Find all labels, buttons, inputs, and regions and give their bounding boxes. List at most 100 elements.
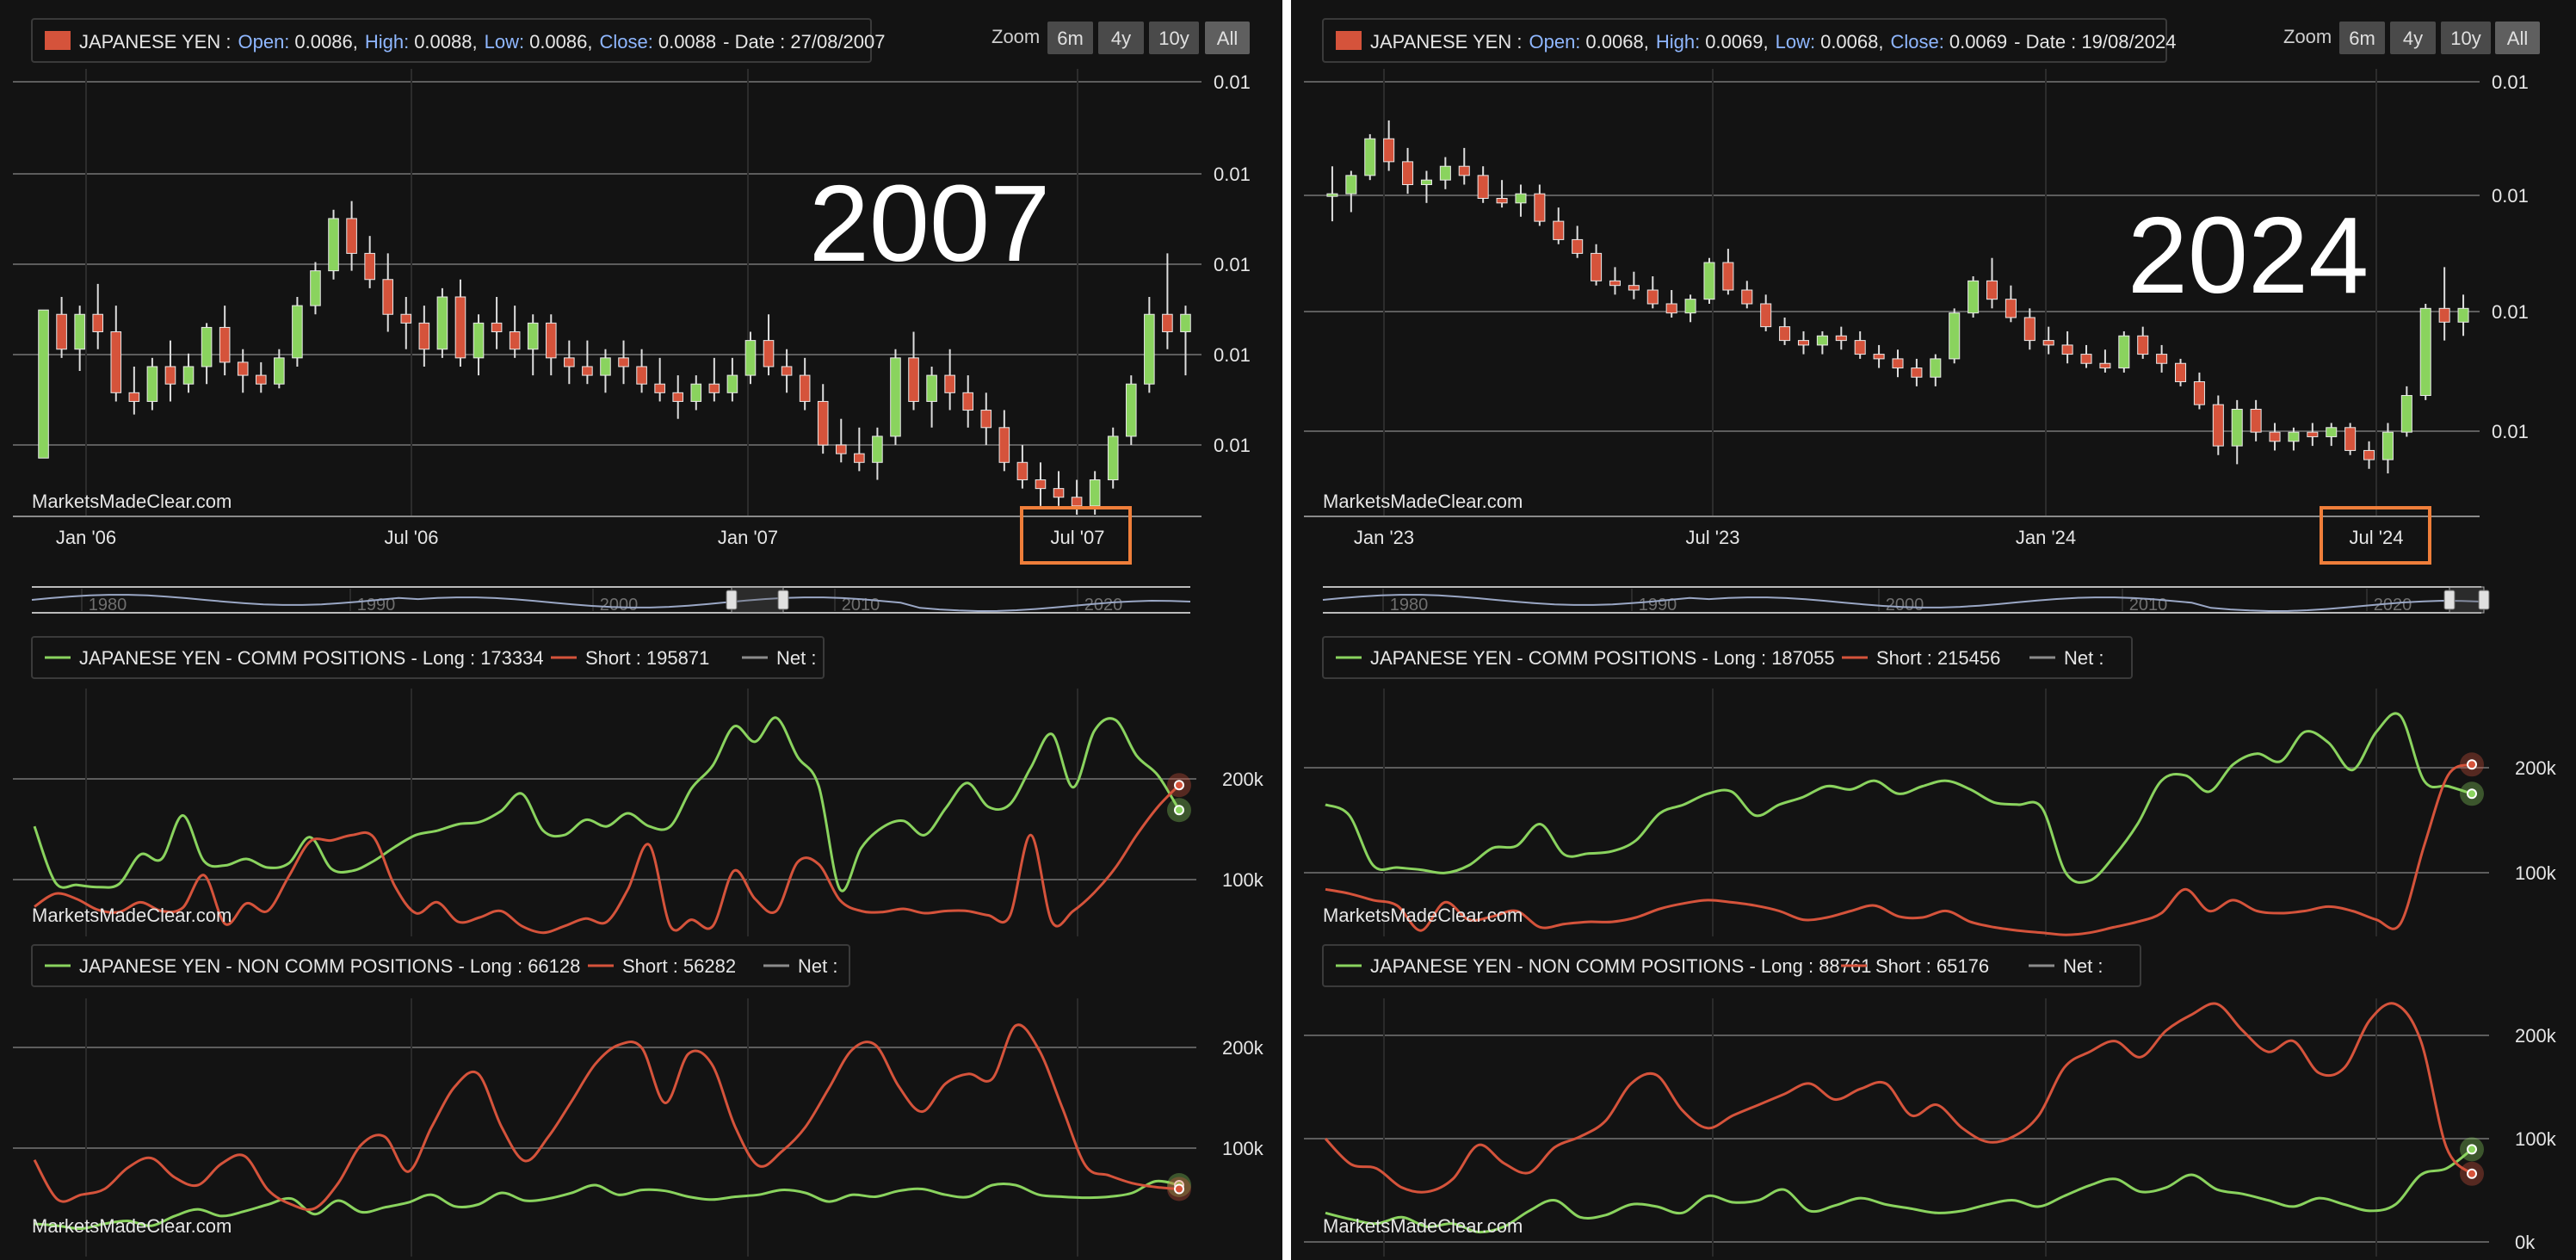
candle-down — [92, 313, 104, 332]
candle-down — [1911, 368, 1923, 378]
candle-down — [817, 400, 829, 446]
candle-down — [2023, 317, 2035, 342]
candle-down — [56, 313, 67, 350]
candle-down — [854, 453, 865, 463]
series-end-marker — [2467, 1144, 2477, 1155]
watermark: MarketsMadeClear.com — [32, 1215, 232, 1237]
navigator-handle[interactable] — [726, 590, 738, 610]
navigator-year: 1990 — [1639, 596, 1677, 615]
zoom-button-10y[interactable]: 10y — [1149, 22, 1199, 54]
legend-short-label: Short : 195871 — [585, 647, 709, 669]
candle-down — [1402, 161, 1414, 186]
watermark: MarketsMadeClear.com — [32, 491, 232, 512]
price-x-tick: Jul '23 — [1686, 527, 1740, 548]
candle-down — [364, 252, 375, 281]
candle-up — [1968, 280, 1980, 314]
zoom-button-label[interactable]: 10y — [2450, 28, 2480, 49]
legend-name: JAPANESE YEN : — [79, 31, 231, 52]
price-y-tick: 0.01 — [2492, 421, 2529, 442]
candle-down — [672, 392, 684, 402]
legend-high-label: High: — [365, 31, 409, 52]
candle-down — [1741, 289, 1753, 305]
legend-close-value: 0.0069 — [1949, 31, 2007, 52]
candle-down — [418, 322, 430, 350]
candle-down — [636, 366, 647, 385]
zoom-button-label[interactable]: 4y — [2403, 28, 2423, 49]
candle-up — [201, 326, 213, 368]
candle-down — [1892, 358, 1904, 369]
price-y-tick: 0.01 — [1214, 71, 1251, 93]
legend-open-value: 0.0086, — [294, 31, 357, 52]
candle-down — [962, 392, 974, 411]
candle-down — [1383, 138, 1395, 163]
candle-up — [146, 366, 158, 402]
legend-high-value: 0.0088, — [414, 31, 477, 52]
candle-up — [1364, 138, 1376, 176]
series-end-marker — [1174, 805, 1184, 816]
candle-down — [382, 279, 394, 315]
candle-up — [1515, 193, 1527, 204]
zoom-button-label[interactable]: 4y — [1111, 28, 1131, 49]
legend-net-label: Net : — [2064, 647, 2103, 669]
candle-down — [1986, 280, 1998, 300]
zoom-button-All[interactable]: All — [2495, 22, 2540, 54]
zoom-button-4y[interactable]: 4y — [1098, 22, 1144, 54]
legend-date: - Date : 27/08/2007 — [723, 31, 885, 52]
zoom-button-label[interactable]: All — [1217, 28, 1238, 49]
legend-low-label: Low: — [1776, 31, 1815, 52]
navigator-handle[interactable] — [2478, 590, 2490, 610]
price-x-tick: Jan '24 — [2016, 527, 2076, 548]
candle-down — [763, 340, 775, 368]
candle-up — [1684, 299, 1696, 314]
candle-up — [2231, 408, 2243, 447]
price-y-tick: 0.01 — [2492, 301, 2529, 323]
legend-open-label: Open: — [1529, 31, 1580, 52]
noncomm-y-tick: 200k — [2515, 1025, 2557, 1047]
zoom-button-10y[interactable]: 10y — [2441, 22, 2491, 54]
navigator-handle[interactable] — [2443, 590, 2456, 610]
navigator-year: 2000 — [600, 596, 639, 615]
candle-up — [274, 357, 285, 385]
candle-up — [1107, 435, 1119, 481]
legend-long-label: JAPANESE YEN - NON COMM POSITIONS - Long… — [1370, 955, 1871, 977]
legend-long-label: JAPANESE YEN - COMM POSITIONS - Long : 1… — [79, 647, 544, 669]
candle-down — [1035, 479, 1047, 490]
candle-down — [2438, 307, 2450, 323]
price-x-tick: Jul '07 — [1051, 527, 1105, 548]
candle-down — [491, 322, 503, 332]
candle-down — [1760, 303, 1772, 328]
candle-up — [436, 296, 448, 350]
noncomm-y-tick: 200k — [1222, 1037, 1264, 1059]
candle-up — [872, 435, 883, 463]
candle-down — [998, 427, 1010, 463]
legend-net-label: Net : — [798, 955, 837, 977]
candle-down — [1458, 165, 1470, 176]
zoom-label: Zoom — [991, 26, 1040, 47]
zoom-button-All[interactable]: All — [1205, 22, 1250, 54]
zoom-button-label[interactable]: 6m — [2349, 28, 2375, 49]
price-y-tick: 0.01 — [1214, 344, 1251, 366]
candle-down — [618, 357, 629, 368]
candle-up — [1125, 383, 1137, 437]
candle-down — [564, 357, 575, 368]
candle-down — [110, 330, 122, 393]
comm-y-tick: 200k — [1222, 769, 1264, 790]
zoom-button-4y[interactable]: 4y — [2390, 22, 2436, 54]
candle-down — [400, 313, 412, 324]
navigator-range[interactable] — [731, 586, 784, 614]
zoom-button-6m[interactable]: 6m — [2339, 22, 2385, 54]
zoom-button-label[interactable]: 6m — [1057, 28, 1084, 49]
navigator-handle[interactable] — [777, 590, 789, 610]
legend-date: - Date : 19/08/2024 — [2014, 31, 2176, 52]
navigator-year: 2000 — [1886, 596, 1924, 615]
series-end-marker — [1174, 1183, 1184, 1195]
candle-down — [582, 366, 593, 376]
zoom-button-label[interactable]: 10y — [1158, 28, 1189, 49]
candle-down — [1797, 340, 1810, 346]
candle-down — [1665, 303, 1677, 314]
price-y-tick: 0.01 — [1214, 435, 1251, 456]
candle-up — [38, 309, 49, 459]
zoom-button-6m[interactable]: 6m — [1047, 22, 1093, 54]
price-x-tick: Jul '24 — [2350, 527, 2404, 548]
zoom-button-label[interactable]: All — [2507, 28, 2528, 49]
